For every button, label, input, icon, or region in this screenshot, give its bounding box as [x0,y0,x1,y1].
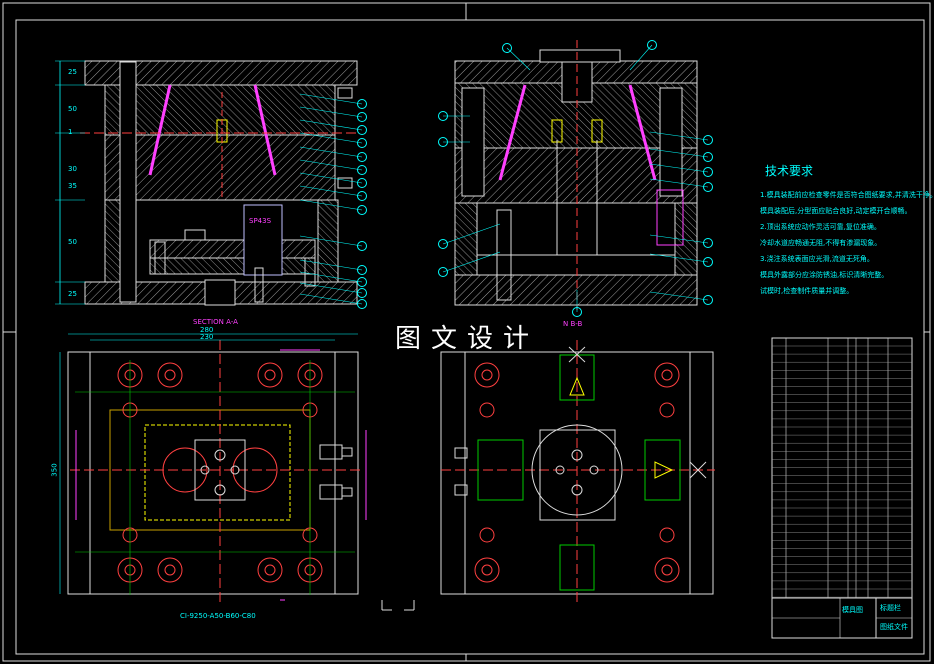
requirement-line: 试模时,检查制件质量并调整。 [760,287,854,295]
dim-left: 35 [68,182,77,190]
part-label: SP43S [249,217,272,225]
title-block-name: 模具图 [842,606,863,614]
parts-list-table [771,337,913,639]
requirement-line: 3.浇注系统表面应光滑,流道无死角。 [760,255,874,263]
requirement-line: 1.模具装配前应检查零件是否符合图纸要求,并清洗干净。 [760,191,934,199]
title-block-company: 标题栏 [880,604,901,612]
dim-left: 25 [68,68,77,76]
dim-left: 30 [68,165,77,173]
title-block-school: 图纸文件 [880,623,908,631]
dim-width-inner: 230 [200,333,214,341]
requirement-line: 冷却水道应畅通无阻,不得有渗漏现象。 [760,239,882,247]
dim-left: 25 [68,290,77,298]
plan-view-left [59,333,367,605]
dim-left: 1 [68,128,73,136]
section-view-right [454,40,698,310]
dim-left: 50 [68,238,77,246]
dim-height: 350 [50,463,59,477]
requirement-line: 模具外露部分应涂防锈油,标识清晰完整。 [760,271,889,279]
section-label: SECTION A-A [193,318,238,326]
requirement-line: 2.顶出系统应动作灵活可靠,复位准确。 [760,223,881,231]
drawing-overlay-title: 图文设计 [395,324,540,354]
view-b-label: N B-B [563,320,583,328]
requirement-line: 模具装配后,分型面应贴合良好,动定模开合顺畅。 [760,207,912,215]
plan-view-right [381,340,715,611]
bottom-code: CI-9250-A50-B60-C80 [180,612,256,620]
dim-left: 50 [68,105,77,113]
section-view-left [55,60,360,306]
parts-table-rows [772,345,912,598]
requirements-title: 技术要求 [765,164,814,178]
